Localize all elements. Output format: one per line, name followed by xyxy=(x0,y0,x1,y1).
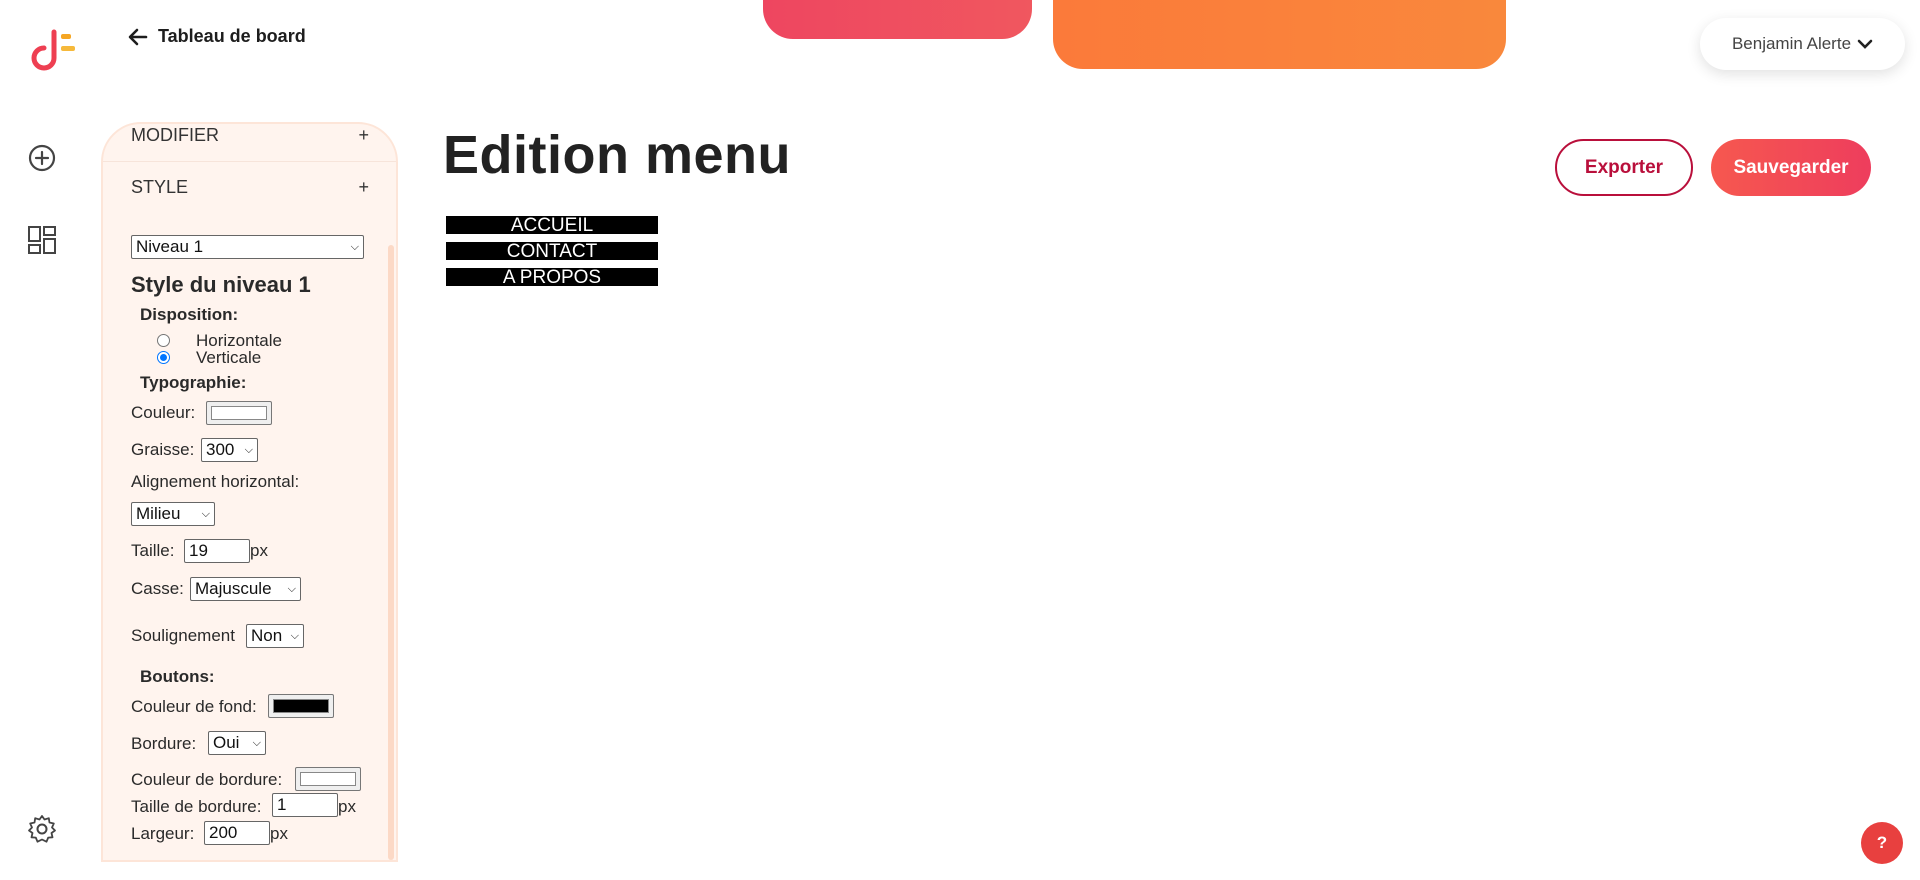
accordion-modifier[interactable]: MODIFIER + xyxy=(131,120,369,150)
export-button[interactable]: Exporter xyxy=(1555,139,1693,196)
header-decoration-orange xyxy=(1053,0,1506,69)
radio-verticale-label: Verticale xyxy=(196,348,262,367)
menu-preview-item[interactable]: A propos xyxy=(445,267,659,288)
taille-label: Taille: xyxy=(131,541,175,560)
casse-label: Casse: xyxy=(131,579,184,598)
bordure-select[interactable]: Oui ⌵ xyxy=(208,731,266,755)
color-swatch xyxy=(273,699,329,713)
color-swatch xyxy=(211,406,267,420)
accordion-style[interactable]: STYLE + xyxy=(131,172,369,202)
graisse-label: Graisse: xyxy=(131,440,195,459)
panel-scrollbar[interactable] xyxy=(388,245,394,860)
taille-input[interactable]: 19 xyxy=(184,539,250,563)
typographie-label: Typographie: xyxy=(140,373,247,392)
accordion-style-label: STYLE xyxy=(131,176,189,197)
chevron-down-icon: ⌵ xyxy=(252,736,261,749)
largeur-input[interactable]: 200 xyxy=(204,821,270,845)
couleur-label: Couleur: xyxy=(131,403,196,422)
graisse-value: 300 xyxy=(206,440,235,459)
back-label: Tableau de board xyxy=(158,26,306,46)
largeur-unit: px xyxy=(270,824,288,843)
chevron-down-icon xyxy=(1857,39,1873,49)
expand-icon: + xyxy=(358,176,369,197)
chevron-down-icon: ⌵ xyxy=(201,507,210,520)
taille-bordure-value: 1 xyxy=(277,795,287,814)
add-circle-icon[interactable] xyxy=(26,142,58,174)
largeur-value: 200 xyxy=(209,823,238,842)
soulignement-label: Soulignement xyxy=(131,626,235,645)
user-name: Benjamin Alerte xyxy=(1731,34,1852,53)
page-title: Edition menu xyxy=(443,125,791,185)
alignement-select[interactable]: Milieu ⌵ xyxy=(131,502,215,526)
user-menu[interactable]: Benjamin Alerte xyxy=(1700,18,1905,70)
chevron-down-icon: ⌵ xyxy=(244,443,253,456)
radio-verticale[interactable] xyxy=(157,351,170,364)
header-decoration-red xyxy=(763,0,1032,39)
settings-icon[interactable] xyxy=(26,813,58,845)
alignement-label: Alignement horizontal: xyxy=(131,472,300,491)
taille-bordure-unit: px xyxy=(338,797,356,816)
menu-preview-item[interactable]: Accueil xyxy=(445,215,659,236)
largeur-label: Largeur: xyxy=(131,824,195,843)
taille-unit: px xyxy=(250,541,268,560)
bordure-label: Bordure: xyxy=(131,734,197,753)
chevron-down-icon: ⌵ xyxy=(290,629,299,642)
save-button[interactable]: Sauvegarder xyxy=(1711,139,1871,196)
level-title: Style du niveau 1 xyxy=(131,272,311,297)
taille-bordure-label: Taille de bordure: xyxy=(131,797,262,816)
color-swatch xyxy=(300,772,356,786)
bordure-value: Oui xyxy=(213,733,240,752)
taille-value: 19 xyxy=(189,541,208,560)
menu-preview-item[interactable]: Contact xyxy=(445,241,659,262)
dashboard-icon[interactable] xyxy=(26,224,58,256)
soulignement-select[interactable]: Non ⌵ xyxy=(246,624,304,648)
soulignement-value: Non xyxy=(251,626,283,645)
casse-select[interactable]: Majuscule ⌵ xyxy=(190,577,301,601)
back-to-dashboard-link[interactable]: Tableau de board xyxy=(128,26,306,47)
level-select[interactable]: Niveau 1 ⌵ xyxy=(131,235,364,259)
graisse-select[interactable]: 300 ⌵ xyxy=(201,438,258,462)
casse-value: Majuscule xyxy=(195,579,272,598)
alignement-value: Milieu xyxy=(136,504,181,523)
couleur-fond-label: Couleur de fond: xyxy=(131,697,257,716)
arrow-left-icon xyxy=(128,28,148,45)
boutons-label: Boutons: xyxy=(140,667,215,686)
radio-horizontale[interactable] xyxy=(157,334,170,347)
disposition-label: Disposition: xyxy=(140,305,239,324)
accordion-modifier-label: MODIFIER xyxy=(131,124,219,145)
background-color-picker[interactable] xyxy=(268,694,334,718)
logo-icon[interactable] xyxy=(30,24,82,76)
help-button[interactable]: ? xyxy=(1861,822,1903,864)
expand-icon: + xyxy=(358,124,369,145)
chevron-down-icon: ⌵ xyxy=(287,582,296,595)
couleur-bordure-label: Couleur de bordure: xyxy=(131,770,283,789)
chevron-down-icon: ⌵ xyxy=(350,240,359,253)
text-color-picker[interactable] xyxy=(206,401,272,425)
level-select-value: Niveau 1 xyxy=(136,237,204,256)
divider xyxy=(103,161,396,162)
border-color-picker[interactable] xyxy=(295,767,361,791)
taille-bordure-input[interactable]: 1 xyxy=(272,793,338,817)
